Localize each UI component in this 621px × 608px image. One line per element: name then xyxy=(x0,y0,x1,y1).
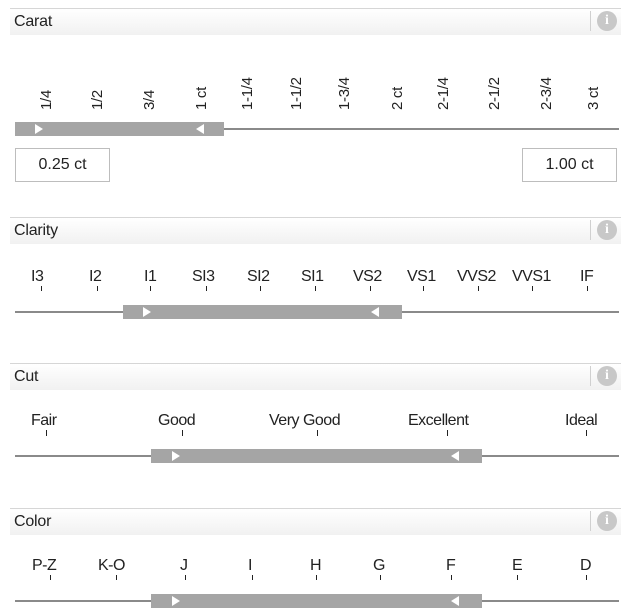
cut-title: Cut xyxy=(14,368,39,385)
cut-tick xyxy=(46,430,47,436)
clarity-label[interactable]: SI3 xyxy=(192,268,215,286)
clarity-tick xyxy=(478,286,479,291)
color-header: Color i xyxy=(10,508,621,535)
color-tick xyxy=(586,575,587,580)
clarity-tick xyxy=(423,286,424,291)
cut-label[interactable]: Fair xyxy=(31,412,57,430)
carat-max-value[interactable]: 1.00 ct xyxy=(522,148,617,182)
color-tick xyxy=(252,575,253,580)
carat-label[interactable]: 2-1/4 xyxy=(435,77,452,110)
clarity-header: Clarity i xyxy=(10,217,621,244)
color-label[interactable]: J xyxy=(180,557,188,575)
color-label[interactable]: P-Z xyxy=(32,557,57,575)
clarity-tick xyxy=(315,286,316,291)
clarity-label[interactable]: SI2 xyxy=(247,268,270,286)
carat-label[interactable]: 1-1/4 xyxy=(239,77,256,110)
clarity-label[interactable]: SI1 xyxy=(301,268,324,286)
slider-min-handle[interactable] xyxy=(143,307,151,317)
color-label[interactable]: D xyxy=(580,557,592,575)
clarity-label[interactable]: I1 xyxy=(144,268,157,286)
cut-label[interactable]: Good xyxy=(158,412,196,430)
header-divider xyxy=(590,366,591,386)
clarity-tick xyxy=(97,286,98,291)
slider-max-handle[interactable] xyxy=(451,451,459,461)
carat-label[interactable]: 2-1/2 xyxy=(486,77,503,110)
carat-label[interactable]: 3/4 xyxy=(141,90,158,110)
slider-max-handle[interactable] xyxy=(451,596,459,606)
clarity-filter: Clarity i I3 I2 I1 SI3 SI2 SI1 VS2 VS1 V… xyxy=(10,217,621,327)
carat-min-value[interactable]: 0.25 ct xyxy=(15,148,110,182)
color-tick xyxy=(380,575,381,580)
header-divider xyxy=(590,11,591,31)
clarity-label[interactable]: IF xyxy=(580,268,594,286)
carat-selected-range[interactable] xyxy=(15,122,224,136)
color-label[interactable]: G xyxy=(373,557,385,575)
clarity-label[interactable]: VVS2 xyxy=(457,268,496,286)
cut-tick xyxy=(447,430,448,436)
color-title: Color xyxy=(14,513,52,530)
clarity-label[interactable]: VS2 xyxy=(353,268,382,286)
info-icon[interactable]: i xyxy=(597,11,617,31)
clarity-title: Clarity xyxy=(14,222,58,239)
carat-filter: Carat i 1/4 1/2 3/4 1 ct 1-1/4 1-1/2 1-3… xyxy=(10,8,621,188)
clarity-tick xyxy=(150,286,151,291)
clarity-tick xyxy=(532,286,533,291)
cut-label[interactable]: Very Good xyxy=(269,412,341,430)
carat-header: Carat i xyxy=(10,8,621,35)
cut-tick xyxy=(317,430,318,436)
carat-label[interactable]: 1/2 xyxy=(89,90,106,110)
slider-min-handle[interactable] xyxy=(172,596,180,606)
carat-label[interactable]: 2-3/4 xyxy=(538,77,555,110)
clarity-tick xyxy=(370,286,371,291)
info-icon[interactable]: i xyxy=(597,366,617,386)
clarity-tick xyxy=(41,286,42,291)
clarity-label[interactable]: I2 xyxy=(89,268,102,286)
color-tick xyxy=(185,575,186,580)
clarity-selected-range[interactable] xyxy=(123,305,402,319)
carat-label[interactable]: 1-1/2 xyxy=(288,77,305,110)
color-tick xyxy=(316,575,317,580)
color-label[interactable]: F xyxy=(446,557,456,575)
cut-tick xyxy=(586,430,587,436)
clarity-label[interactable]: VVS1 xyxy=(512,268,551,286)
clarity-tick xyxy=(260,286,261,291)
carat-title: Carat xyxy=(14,13,53,30)
slider-max-handle[interactable] xyxy=(196,124,204,134)
cut-label[interactable]: Excellent xyxy=(408,412,469,430)
cut-tick xyxy=(182,430,183,436)
carat-label[interactable]: 2 ct xyxy=(389,87,406,110)
carat-label[interactable]: 3 ct xyxy=(585,87,602,110)
cut-selected-range[interactable] xyxy=(151,449,482,463)
color-label[interactable]: H xyxy=(310,557,322,575)
color-filter: Color i P-Z K-O J I H G F E D xyxy=(10,508,621,608)
carat-label[interactable]: 1/4 xyxy=(38,90,55,110)
slider-min-handle[interactable] xyxy=(172,451,180,461)
color-label[interactable]: K-O xyxy=(98,557,125,575)
color-tick xyxy=(50,575,51,580)
cut-header: Cut i xyxy=(10,363,621,390)
info-icon[interactable]: i xyxy=(597,220,617,240)
color-tick xyxy=(116,575,117,580)
slider-min-handle[interactable] xyxy=(35,124,43,134)
clarity-tick xyxy=(206,286,207,291)
cut-label[interactable]: Ideal xyxy=(565,412,598,430)
clarity-label[interactable]: I3 xyxy=(31,268,44,286)
clarity-label[interactable]: VS1 xyxy=(407,268,436,286)
color-label[interactable]: I xyxy=(248,557,252,575)
carat-label[interactable]: 1-3/4 xyxy=(336,77,353,110)
header-divider xyxy=(590,511,591,531)
clarity-tick xyxy=(587,286,588,291)
carat-label[interactable]: 1 ct xyxy=(193,87,210,110)
color-label[interactable]: E xyxy=(512,557,523,575)
color-tick xyxy=(451,575,452,580)
info-icon[interactable]: i xyxy=(597,511,617,531)
cut-filter: Cut i Fair Good Very Good Excellent Idea… xyxy=(10,363,621,473)
slider-max-handle[interactable] xyxy=(371,307,379,317)
color-tick xyxy=(517,575,518,580)
header-divider xyxy=(590,220,591,240)
